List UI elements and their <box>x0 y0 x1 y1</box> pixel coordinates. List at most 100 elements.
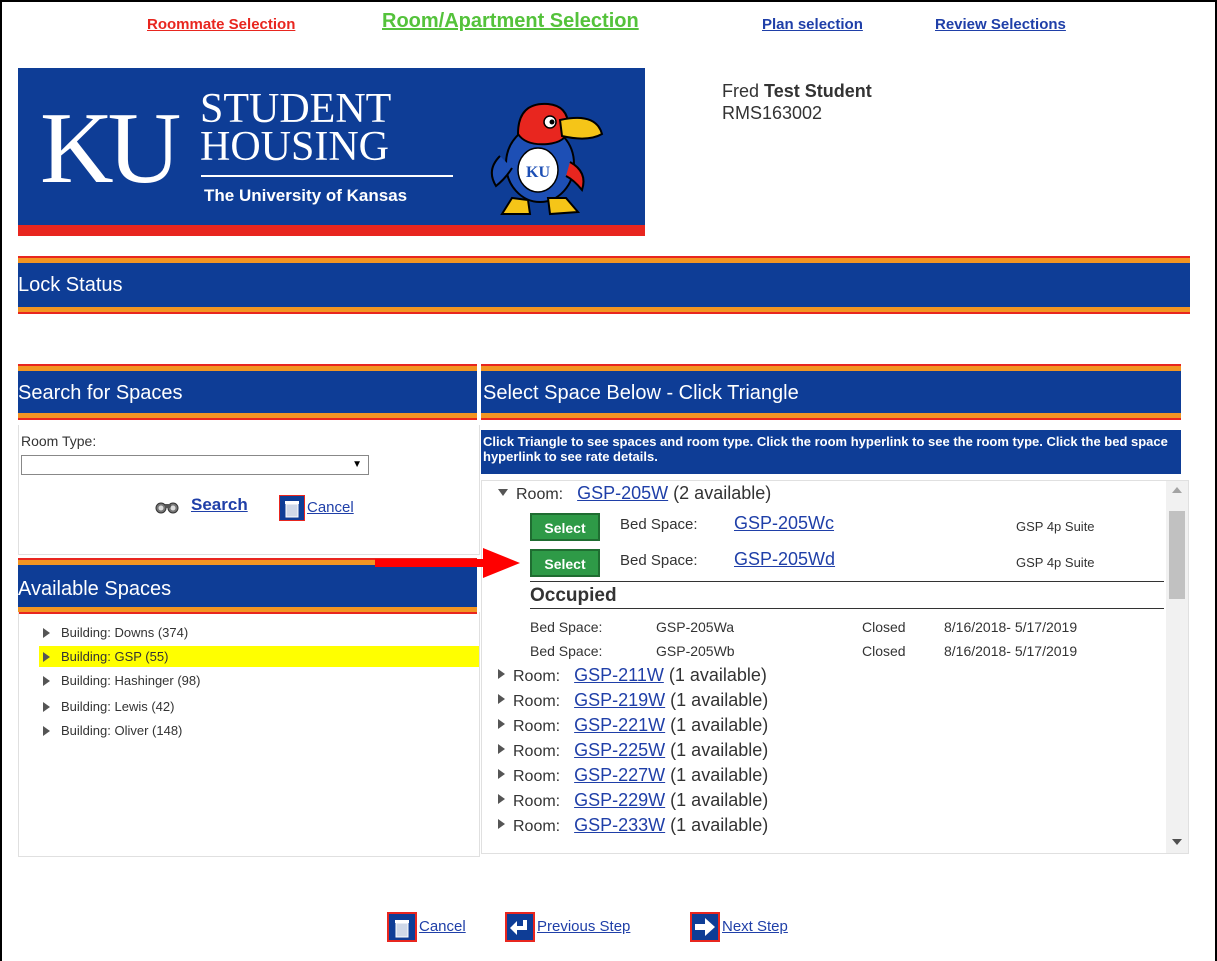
banner-line-housing: HOUSING <box>200 124 389 170</box>
nav-roommate-selection[interactable]: Roommate Selection <box>147 16 295 33</box>
student-last-name: Test Student <box>764 81 872 101</box>
expand-triangle-icon[interactable] <box>498 794 505 804</box>
banner-university: The University of Kansas <box>204 186 408 205</box>
banner-line-student: STUDENT <box>200 86 392 132</box>
expand-triangle-icon[interactable] <box>43 628 50 638</box>
bed-space-link[interactable]: GSP-205Wc <box>734 513 834 534</box>
occupied-status: Closed <box>862 643 906 659</box>
room-link[interactable]: GSP-219W <box>574 690 665 710</box>
room-word: Room: <box>513 768 561 785</box>
expand-triangle-icon[interactable] <box>498 744 505 754</box>
room-link[interactable]: GSP-221W <box>574 715 665 735</box>
building-item-oliver[interactable]: Building: Oliver (148) <box>39 720 479 741</box>
banner-title: STUDENT HOUSING <box>200 86 392 170</box>
bottom-cancel-label: Cancel <box>419 917 466 935</box>
student-id: RMS163002 <box>722 103 823 123</box>
building-label: Building: Downs (374) <box>61 625 189 640</box>
room-availability: (1 available) <box>670 690 769 710</box>
room-link[interactable]: GSP-211W <box>574 665 664 685</box>
expand-triangle-icon[interactable] <box>498 719 505 729</box>
occupied-bed-id: GSP-205Wb <box>656 643 735 659</box>
room-row: Room: GSP-227W (1 available) <box>498 765 768 786</box>
trash-can-icon <box>387 912 417 942</box>
occupied-status: Closed <box>862 619 906 635</box>
room-link[interactable]: GSP-205W <box>577 483 668 503</box>
room-list-scrollbar[interactable] <box>1166 481 1188 853</box>
red-arrow-icon <box>375 548 520 578</box>
room-row: Room: GSP-225W (1 available) <box>498 740 768 761</box>
nav-room-selection[interactable]: Room/Apartment Selection <box>382 10 639 33</box>
banner-red-stripe <box>18 225 645 236</box>
room-link[interactable]: GSP-225W <box>574 740 665 760</box>
expand-triangle-icon[interactable] <box>43 652 50 662</box>
bottom-cancel-button[interactable]: Cancel <box>387 912 466 942</box>
select-bed-button[interactable]: Select <box>530 549 600 577</box>
room-availability: (1 available) <box>670 740 769 760</box>
room-availability: (1 available) <box>670 790 769 810</box>
room-availability: (1 available) <box>670 715 769 735</box>
next-step-label: Next Step <box>722 917 788 935</box>
nav-review-selections[interactable]: Review Selections <box>935 16 1066 33</box>
expand-triangle-icon[interactable] <box>43 676 50 686</box>
bed-space-link[interactable]: GSP-205Wd <box>734 549 835 570</box>
room-availability: (1 available) <box>670 815 769 835</box>
room-row: Room: GSP-211W (1 available) <box>498 665 767 686</box>
search-cancel-button[interactable]: Cancel <box>279 495 354 521</box>
room-type-select[interactable]: ▼ <box>21 455 369 475</box>
bed-space-row: Select Bed Space: GSP-205Wc GSP 4p Suite <box>530 513 1160 541</box>
building-item-downs[interactable]: Building: Downs (374) <box>39 622 479 643</box>
building-item-gsp[interactable]: Building: GSP (55) <box>39 646 479 667</box>
room-row: Room: GSP-221W (1 available) <box>498 715 768 736</box>
jayhawk-mascot-icon: KU <box>490 102 604 216</box>
room-link[interactable]: GSP-233W <box>574 815 665 835</box>
lock-status-bar: Lock Status <box>18 256 1190 314</box>
expand-triangle-icon[interactable] <box>498 669 505 679</box>
select-space-instructions: Click Triangle to see spaces and room ty… <box>481 430 1181 474</box>
select-bed-button[interactable]: Select <box>530 513 600 541</box>
available-spaces-title: Available Spaces <box>18 578 172 600</box>
room-list[interactable]: Room: GSP-205W (2 available) Select Bed S… <box>481 480 1189 854</box>
scroll-down-arrow-icon[interactable] <box>1172 839 1182 845</box>
room-availability: (1 available) <box>670 765 769 785</box>
search-label: Search <box>191 495 248 514</box>
expand-triangle-icon[interactable] <box>498 694 505 704</box>
bottom-nav: Cancel Previous Step Next Step <box>0 912 1217 942</box>
trash-can-icon <box>279 495 305 521</box>
scroll-up-arrow-icon[interactable] <box>1172 487 1182 493</box>
expand-triangle-icon[interactable] <box>43 726 50 736</box>
expand-triangle-icon[interactable] <box>498 769 505 779</box>
room-link[interactable]: GSP-229W <box>574 790 665 810</box>
room-word: Room: <box>513 668 561 685</box>
building-item-hashinger[interactable]: Building: Hashinger (98) <box>39 670 479 691</box>
bed-space-label: Bed Space: <box>620 552 698 569</box>
room-type-label: Room Type: <box>21 433 97 449</box>
next-step-button[interactable]: Next Step <box>690 912 788 942</box>
nav-plan-selection[interactable]: Plan selection <box>762 16 863 33</box>
bed-space-row: Select Bed Space: GSP-205Wd GSP 4p Suite <box>530 549 1160 577</box>
room-row: Room: GSP-219W (1 available) <box>498 690 768 711</box>
step-nav: Roommate Selection Room/Apartment Select… <box>0 10 1217 40</box>
bed-space-type: GSP 4p Suite <box>1016 555 1095 570</box>
back-arrow-icon <box>505 912 535 942</box>
collapse-triangle-icon[interactable] <box>498 489 508 496</box>
scroll-thumb[interactable] <box>1169 511 1185 599</box>
room-row: Room: GSP-229W (1 available) <box>498 790 768 811</box>
svg-text:KU: KU <box>526 164 550 181</box>
room-word: Room: <box>516 486 564 503</box>
room-word: Room: <box>513 693 561 710</box>
room-availability: (1 available) <box>668 665 767 685</box>
occupied-divider-bottom <box>530 608 1164 609</box>
search-button[interactable]: Search <box>155 495 248 515</box>
room-word: Room: <box>513 818 561 835</box>
previous-step-button[interactable]: Previous Step <box>505 912 630 942</box>
room-link[interactable]: GSP-227W <box>574 765 665 785</box>
room-word: Room: <box>513 718 561 735</box>
room-word: Room: <box>513 743 561 760</box>
occupied-title: Occupied <box>530 585 617 606</box>
building-label: Building: Oliver (148) <box>61 723 183 738</box>
building-item-lewis[interactable]: Building: Lewis (42) <box>39 696 479 717</box>
expand-triangle-icon[interactable] <box>43 702 50 712</box>
room-row: Room: GSP-233W (1 available) <box>498 815 768 836</box>
expand-triangle-icon[interactable] <box>498 819 505 829</box>
available-spaces-panel: Building: Downs (374) Building: GSP (55)… <box>18 612 480 857</box>
